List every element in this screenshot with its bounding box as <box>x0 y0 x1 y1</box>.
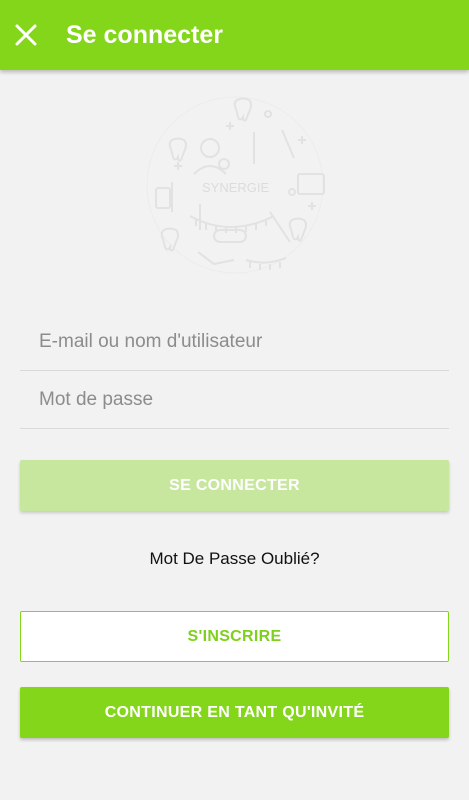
login-button[interactable]: SE CONNECTER <box>20 460 449 511</box>
close-button[interactable] <box>12 21 40 49</box>
dental-logo-icon: SYNERGIE <box>146 96 325 274</box>
password-field[interactable] <box>39 380 439 420</box>
continue-as-guest-button[interactable]: CONTINUER EN TANT QU'INVITÉ <box>20 687 449 738</box>
app-bar: Se connecter <box>0 0 469 70</box>
register-button-label: S'INSCRIRE <box>187 627 282 645</box>
login-button-label: SE CONNECTER <box>169 476 300 494</box>
password-field-wrapper <box>20 370 449 429</box>
logo-text: SYNERGIE <box>202 180 270 195</box>
register-button[interactable]: S'INSCRIRE <box>20 611 449 662</box>
synergie-logo: SYNERGIE <box>142 92 328 278</box>
forgot-password-link[interactable]: Mot De Passe Oublié? <box>0 549 469 569</box>
guest-button-label: CONTINUER EN TANT QU'INVITÉ <box>104 703 365 721</box>
email-field-wrapper <box>20 312 449 371</box>
email-field[interactable] <box>39 322 439 362</box>
close-icon <box>15 24 37 46</box>
page-title: Se connecter <box>66 21 224 49</box>
